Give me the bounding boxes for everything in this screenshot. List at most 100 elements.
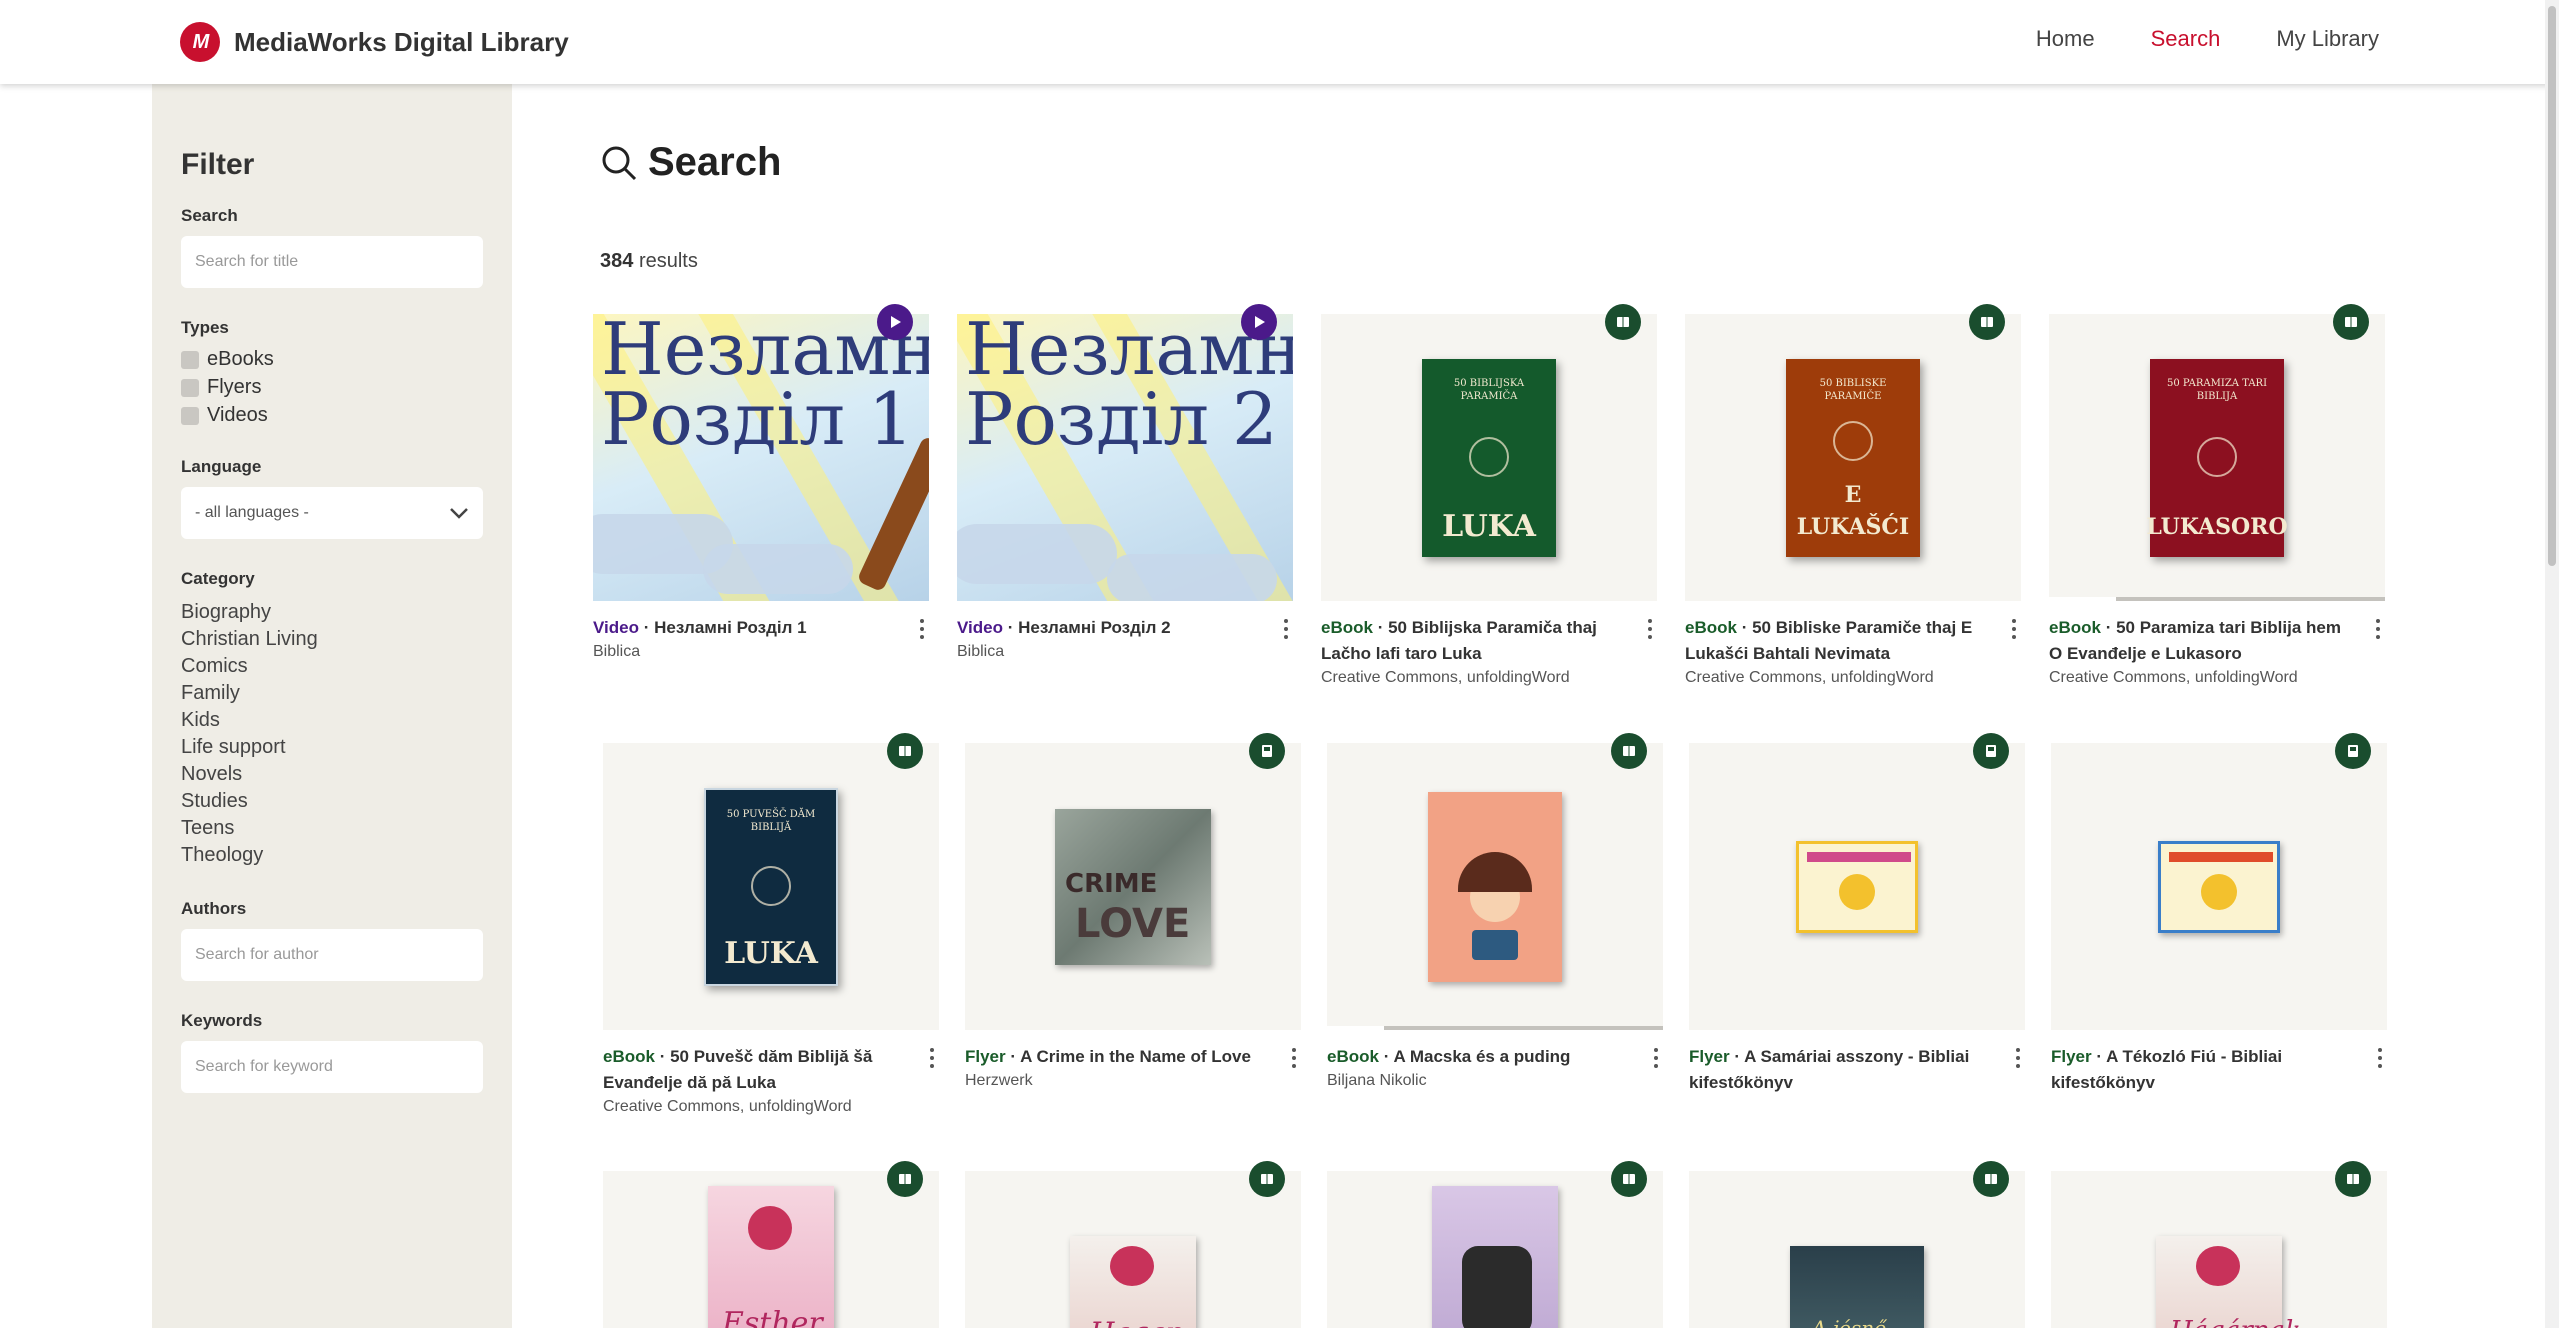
page-scrollbar[interactable]: [2545, 0, 2559, 1328]
result-card[interactable]: Незламні Розділ 1 Video · Незламні Розді…: [593, 304, 929, 663]
more-options-icon[interactable]: [1291, 1048, 1297, 1068]
video-thumbnail[interactable]: Незламні Розділ 2: [957, 314, 1293, 601]
checkbox-icon[interactable]: [181, 378, 199, 397]
card-title[interactable]: A Macska és a puding: [1393, 1047, 1570, 1066]
category-label: Category: [181, 569, 255, 588]
more-options-icon[interactable]: [929, 1048, 935, 1068]
result-card[interactable]: Hágárnak: [2051, 1161, 2387, 1328]
result-card[interactable]: 50 PUVEŠČ DĂM BIBLIJĂ LUKA eBook · 50 Puv…: [603, 733, 939, 1118]
book-icon: [1623, 1174, 1635, 1184]
checkbox-icon[interactable]: [181, 406, 199, 425]
result-card[interactable]: 50 PARAMIZA TARI BIBLIJA LUKASORO eBook ·…: [2049, 304, 2385, 689]
flyer-cover: CRIME LOVE: [1055, 808, 1211, 965]
more-options-icon[interactable]: [2011, 619, 2017, 639]
category-biography[interactable]: Biography: [181, 599, 483, 626]
ebook-thumbnail[interactable]: 50 BIBLISKE PARAMIČE E LUKAŠĆI: [1685, 314, 2021, 601]
keyword-search-input[interactable]: Search for keyword: [181, 1041, 483, 1093]
more-options-icon[interactable]: [2015, 1048, 2021, 1068]
result-card[interactable]: Esther: [603, 1161, 939, 1328]
nav-search[interactable]: Search: [2151, 26, 2221, 52]
ebook-thumbnail[interactable]: 50 PUVEŠČ DĂM BIBLIJĂ LUKA: [603, 743, 939, 1030]
keywords-label: Keywords: [181, 1011, 263, 1030]
mandala-icon: [1833, 420, 1873, 461]
category-teens[interactable]: Teens: [181, 815, 483, 842]
type-flyers-checkbox[interactable]: Flyers: [181, 376, 483, 399]
ebook-thumbnail[interactable]: 50 PARAMIZA TARI BIBLIJA LUKASORO: [2049, 314, 2385, 601]
play-icon: [1255, 316, 1265, 328]
result-card[interactable]: eBook · A Macska és a puding Biljana Niko…: [1327, 733, 1663, 1092]
category-studies[interactable]: Studies: [181, 788, 483, 815]
more-options-icon[interactable]: [1283, 619, 1289, 639]
category-life-support[interactable]: Life support: [181, 734, 483, 761]
video-badge: [877, 304, 913, 340]
result-card[interactable]: Flyer · A Tékozló Fiú - Bibliai kifestők…: [2051, 733, 2387, 1096]
language-select[interactable]: - all languages -: [181, 487, 483, 539]
ebook-thumbnail[interactable]: 50 BIBLIJSKA PARAMIČA LUKA: [1321, 314, 1657, 601]
more-options-icon[interactable]: [1653, 1048, 1659, 1068]
category-family[interactable]: Family: [181, 680, 483, 707]
reading-progress-bar: [1327, 1026, 1663, 1030]
more-options-icon[interactable]: [2377, 1048, 2383, 1068]
filter-sidebar: Filter Search Search for title Types eBo…: [152, 84, 512, 1328]
card-title[interactable]: A Samáriai asszony - Bibliai kifestőköny…: [1689, 1047, 1969, 1092]
book-icon: [1985, 1174, 1997, 1184]
main-nav: Home Search My Library: [2036, 26, 2379, 52]
result-card[interactable]: A jósnő álma: [1689, 1161, 2025, 1328]
flyer-icon: [2348, 745, 2358, 757]
nav-home[interactable]: Home: [2036, 26, 2095, 52]
result-card[interactable]: [1327, 1161, 1663, 1328]
card-title[interactable]: Незламні Розділ 1: [654, 618, 807, 637]
category-theology[interactable]: Theology: [181, 842, 483, 869]
more-options-icon[interactable]: [2375, 619, 2381, 639]
flyer-thumbnail[interactable]: [1689, 743, 2025, 1030]
video-thumbnail[interactable]: Незламні Розділ 1: [593, 314, 929, 601]
checkbox-icon[interactable]: [181, 350, 199, 369]
ebook-thumbnail[interactable]: [1327, 1171, 1663, 1328]
nav-my-library[interactable]: My Library: [2276, 26, 2379, 52]
result-card[interactable]: Flyer · A Samáriai asszony - Bibliai kif…: [1689, 733, 2025, 1096]
book-icon: [2345, 317, 2357, 327]
ebook-thumbnail[interactable]: Esther: [603, 1171, 939, 1328]
ebook-thumbnail[interactable]: [1327, 743, 1663, 1030]
card-author: Creative Commons, unfoldingWord: [1321, 669, 1570, 686]
flyer-badge: [1249, 733, 1285, 769]
result-card[interactable]: Hagar: [965, 1161, 1301, 1328]
search-icon: [602, 146, 637, 180]
category-novels[interactable]: Novels: [181, 761, 483, 788]
type-videos-checkbox[interactable]: Videos: [181, 404, 483, 427]
author-search-input[interactable]: Search for author: [181, 929, 483, 981]
type-ebooks-checkbox[interactable]: eBooks: [181, 348, 483, 371]
result-card[interactable]: 50 BIBLISKE PARAMIČE E LUKAŠĆI eBook · 50…: [1685, 304, 2021, 689]
flyer-thumbnail[interactable]: [2051, 743, 2387, 1030]
cover-title: Незламні Розділ 2: [965, 314, 1293, 461]
flyer-thumbnail[interactable]: CRIME LOVE: [965, 743, 1301, 1030]
category-christian-living[interactable]: Christian Living: [181, 626, 483, 653]
result-card[interactable]: 50 BIBLIJSKA PARAMIČA LUKA eBook · 50 Bib…: [1321, 304, 1657, 689]
video-badge: [1241, 304, 1277, 340]
filter-title: Filter: [181, 148, 255, 181]
mediaworks-logo-icon: M: [180, 22, 220, 62]
scrollbar-thumb[interactable]: [2548, 6, 2556, 566]
ebook-badge: [1605, 304, 1641, 340]
brand[interactable]: M MediaWorks Digital Library: [180, 20, 569, 64]
card-title[interactable]: A Crime in the Name of Love: [1020, 1047, 1251, 1066]
app-name: MediaWorks Digital Library: [234, 26, 569, 57]
flyer-badge: [1973, 733, 2009, 769]
category-comics[interactable]: Comics: [181, 653, 483, 680]
category-kids[interactable]: Kids: [181, 707, 483, 734]
more-options-icon[interactable]: [919, 619, 925, 639]
more-options-icon[interactable]: [1647, 619, 1653, 639]
ebook-badge: [2335, 1161, 2371, 1197]
ebook-thumbnail[interactable]: Hagar: [965, 1171, 1301, 1328]
cover-title: Незламні Розділ 1: [601, 314, 929, 461]
ebook-thumbnail[interactable]: A jósnő álma: [1689, 1171, 2025, 1328]
result-card[interactable]: Незламні Розділ 2 Video · Незламні Розді…: [957, 304, 1293, 663]
card-title[interactable]: Незламні Розділ 2: [1018, 618, 1171, 637]
search-results-area: Search 384 results Незламні Розділ 1 Vid…: [512, 84, 2545, 1328]
card-author: Biblica: [957, 643, 1005, 660]
ebook-thumbnail[interactable]: Hágárnak: [2051, 1171, 2387, 1328]
result-card[interactable]: CRIME LOVE Flyer · A Crime in the Name o…: [965, 733, 1301, 1092]
book-cover: [1432, 1186, 1558, 1328]
title-search-input[interactable]: Search for title: [181, 236, 483, 288]
book-cover: 50 PUVEŠČ DĂM BIBLIJĂ LUKA: [704, 787, 838, 986]
